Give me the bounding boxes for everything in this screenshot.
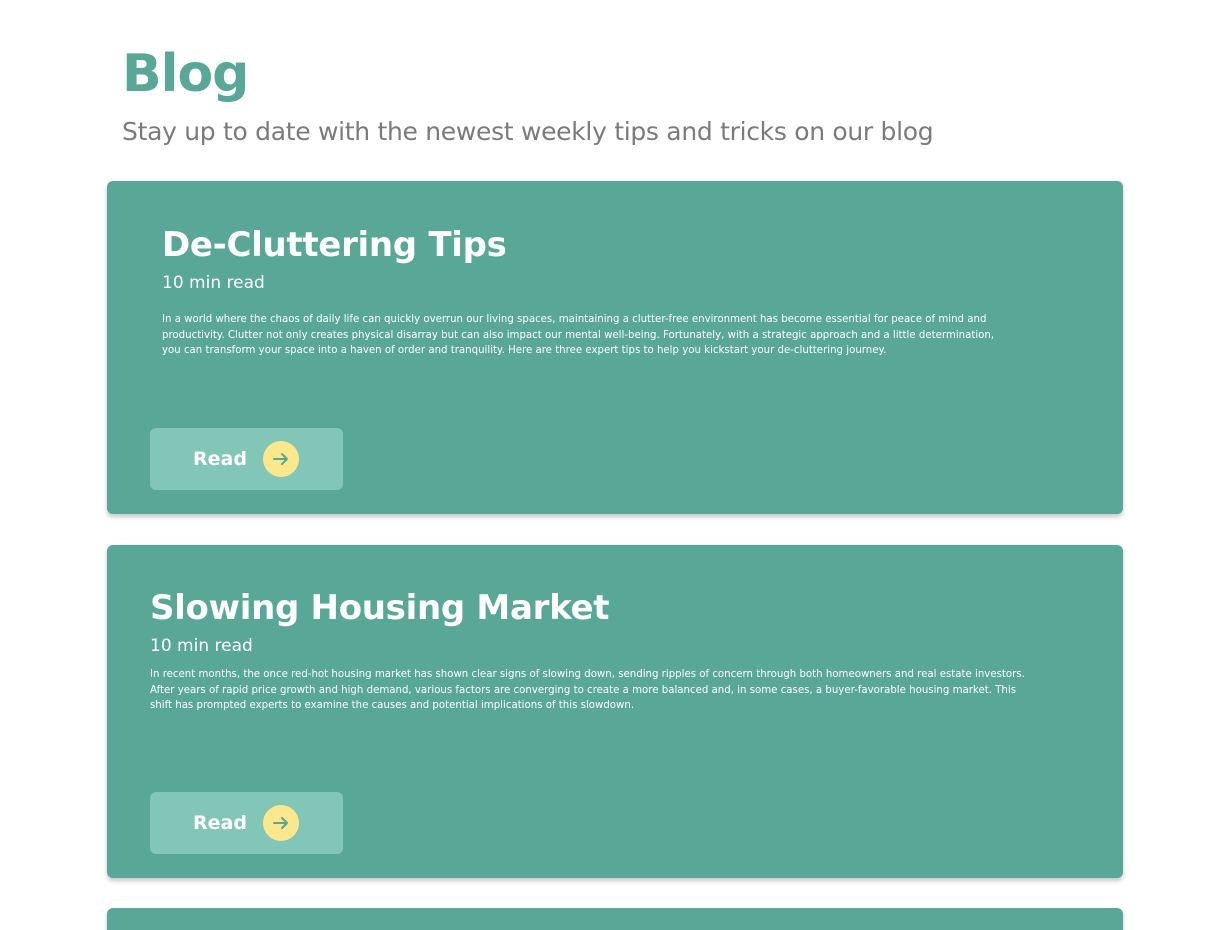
blog-card: De-Cluttering Tips 10 min read In a worl… [107, 181, 1123, 514]
read-button[interactable]: Read [150, 428, 343, 490]
page-subtitle: Stay up to date with the newest weekly t… [122, 117, 934, 146]
card-excerpt: In recent months, the once red-hot housi… [150, 669, 1025, 711]
read-button[interactable]: Read [150, 792, 343, 854]
card-title: De-Cluttering Tips [162, 225, 507, 265]
read-button-label: Read [193, 812, 247, 834]
read-time: 10 min read [162, 273, 265, 293]
card-title: Slowing Housing Market [150, 588, 610, 628]
blog-card: Slowing Housing Market 10 min read In re… [107, 545, 1123, 878]
card-excerpt: In a world where the chaos of daily life… [162, 314, 995, 356]
page-title: Blog [122, 44, 249, 104]
arrow-right-icon [263, 441, 299, 477]
read-button-label: Read [193, 448, 247, 470]
arrow-right-icon [263, 805, 299, 841]
blog-card [107, 908, 1123, 930]
blog-page: Blog Stay up to date with the newest wee… [0, 0, 1232, 930]
read-time: 10 min read [150, 636, 253, 656]
